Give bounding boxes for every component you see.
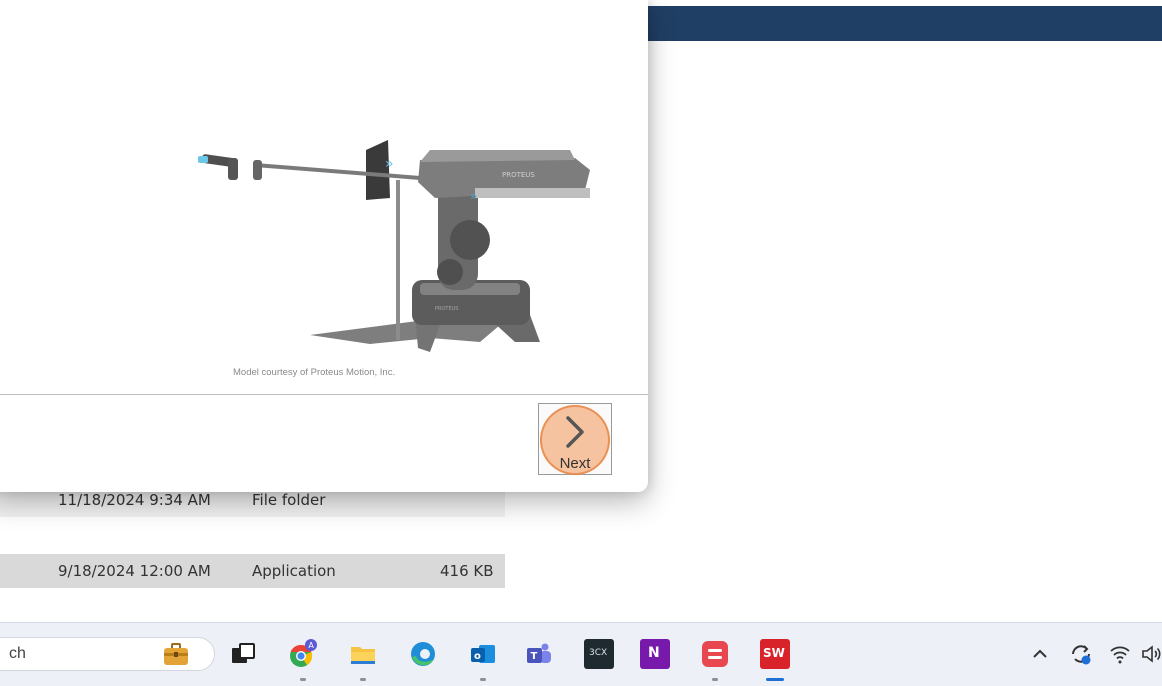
next-button[interactable]: Next bbox=[538, 403, 612, 475]
solidworks-icon[interactable]: SW bbox=[760, 639, 790, 669]
installer-dialog: PROTEUS PROTEUS » » Model courtesy of Pr… bbox=[0, 0, 648, 492]
onenote-icon[interactable]: N bbox=[640, 639, 670, 669]
sync-icon[interactable] bbox=[1068, 641, 1094, 667]
red-app-icon[interactable] bbox=[700, 639, 730, 669]
svg-text:PROTEUS: PROTEUS bbox=[435, 306, 458, 312]
chevron-right-icon bbox=[566, 416, 584, 448]
wifi-icon[interactable] bbox=[1108, 641, 1132, 667]
running-indicator bbox=[480, 678, 486, 681]
speaker-icon[interactable] bbox=[1140, 641, 1162, 667]
robot-arm-image: PROTEUS PROTEUS » » bbox=[198, 140, 590, 352]
running-indicator bbox=[360, 678, 366, 681]
outlook-icon[interactable]: o bbox=[468, 639, 498, 669]
file-date: 11/18/2024 9:34 AM bbox=[58, 491, 211, 509]
model-credit-caption: Model courtesy of Proteus Motion, Inc. bbox=[233, 367, 396, 378]
teams-icon[interactable]: T bbox=[524, 639, 554, 669]
chrome-icon[interactable]: A bbox=[288, 639, 318, 669]
running-indicator bbox=[300, 678, 306, 681]
running-indicator bbox=[712, 678, 718, 681]
file-size: 416 KB bbox=[440, 562, 494, 580]
svg-text:PROTEUS: PROTEUS bbox=[502, 171, 535, 179]
svg-text:o: o bbox=[474, 651, 481, 662]
file-date: 9/18/2024 12:00 AM bbox=[58, 562, 211, 580]
file-explorer-icon[interactable] bbox=[348, 639, 378, 669]
edge-icon[interactable] bbox=[408, 639, 438, 669]
briefcase-icon[interactable] bbox=[161, 639, 191, 669]
svg-text:»: » bbox=[385, 156, 394, 172]
file-row[interactable]: 9/18/2024 12:00 AM Application 416 KB bbox=[0, 554, 505, 588]
file-type: Application bbox=[252, 562, 336, 580]
taskbar: ch A o T 3CX N SW bbox=[0, 622, 1162, 686]
active-indicator bbox=[766, 678, 784, 681]
svg-text:A: A bbox=[308, 641, 314, 650]
chevron-up-icon[interactable] bbox=[1030, 641, 1050, 667]
next-button-label: Next bbox=[559, 455, 591, 472]
3cx-icon[interactable]: 3CX bbox=[584, 639, 614, 669]
file-type: File folder bbox=[252, 491, 326, 509]
search-text: ch bbox=[9, 645, 26, 662]
svg-text:»: » bbox=[470, 189, 477, 203]
dialog-divider bbox=[0, 394, 648, 395]
task-view-icon[interactable] bbox=[228, 639, 258, 669]
svg-text:T: T bbox=[531, 651, 538, 662]
